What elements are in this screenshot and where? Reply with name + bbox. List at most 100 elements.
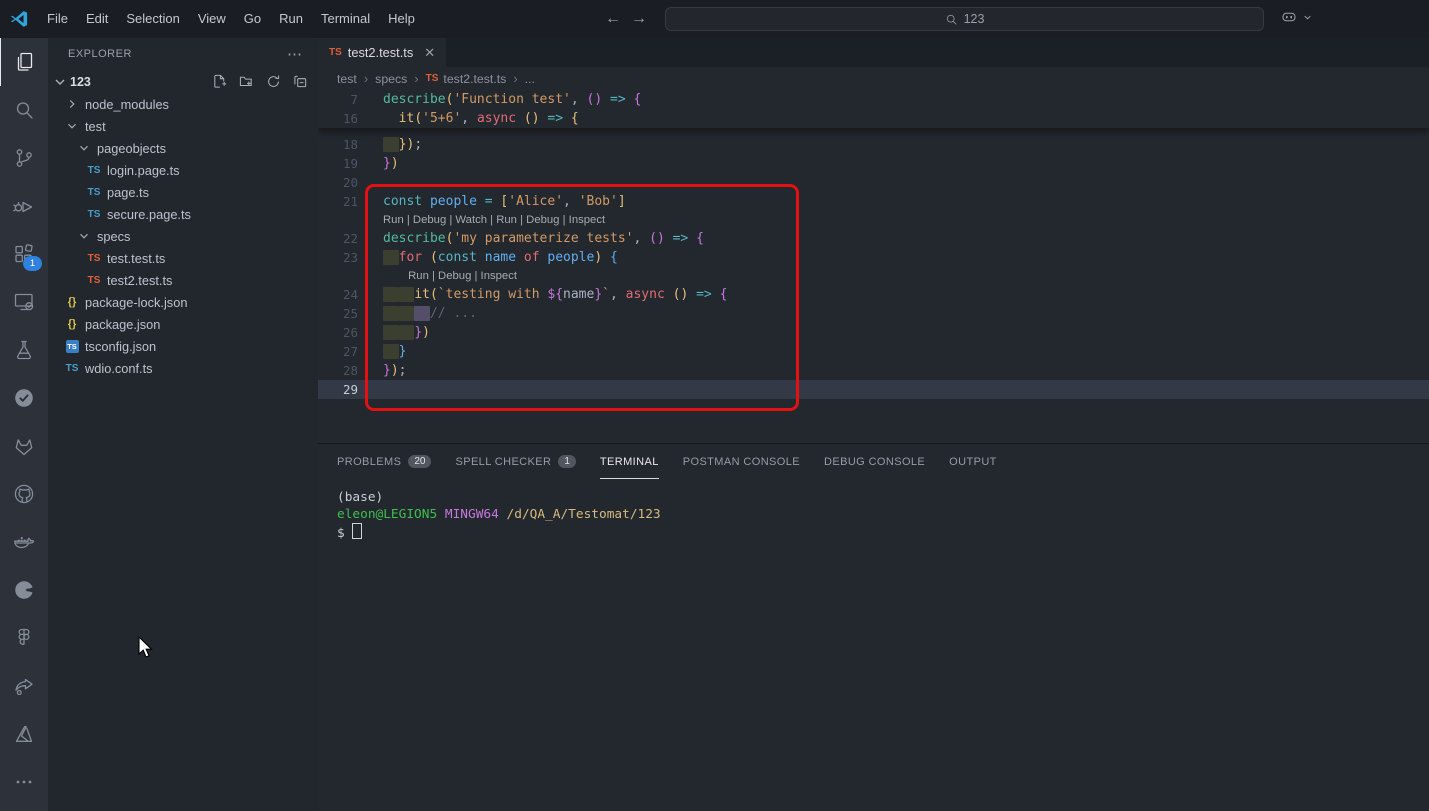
ts-file-icon: TS: [426, 73, 439, 84]
activity-circle-notch-icon[interactable]: [0, 566, 48, 614]
code-line-28: 28});: [318, 361, 1429, 380]
tree-item-pageobjects[interactable]: pageobjects: [48, 137, 318, 159]
tree-item-secure-page-ts[interactable]: TSsecure.page.ts: [48, 203, 318, 225]
code-text: }): [358, 154, 399, 173]
activity-run-and-debug-icon[interactable]: [0, 182, 48, 230]
activity-azure-icon[interactable]: [0, 710, 48, 758]
terminal-line: eleon@LEGION5 MINGW64 /d/QA_A/Testomat/1…: [337, 506, 1429, 523]
terminal-line: $: [337, 523, 1429, 542]
activity-figma-icon[interactable]: [0, 614, 48, 662]
chevron-down-icon: [76, 228, 92, 244]
tree-item-tsconfig-json[interactable]: TStsconfig.json: [48, 335, 318, 357]
activity-remote-explorer-icon[interactable]: [0, 278, 48, 326]
back-arrow-icon[interactable]: ←: [605, 10, 621, 28]
code-line-27: 27 }: [318, 342, 1429, 361]
explorer-more-icon[interactable]: ⋯: [287, 45, 304, 63]
bottom-panel: PROBLEMS20 SPELL CHECKER1 TERMINAL POSTMAN …: [318, 443, 1429, 811]
line-number: 28: [318, 361, 358, 380]
breadcrumb-item[interactable]: TStest2.test.ts: [426, 72, 507, 86]
activity-docker-icon[interactable]: [0, 518, 48, 566]
activity-gitlab-icon[interactable]: [0, 422, 48, 470]
line-number: 29: [318, 380, 358, 399]
panel-tab-output[interactable]: OUTPUT: [949, 444, 997, 479]
new-file-icon[interactable]: [212, 74, 227, 89]
chevron-down-icon: [52, 74, 68, 90]
tree-item-page-ts[interactable]: TSpage.ts: [48, 181, 318, 203]
code-text: const people = ['Alice', 'Bob']: [358, 192, 626, 211]
line-number: 20: [318, 173, 358, 192]
terminal-output[interactable]: (base)eleon@LEGION5 MINGW64 /d/QA_A/Test…: [318, 479, 1429, 542]
menu-terminal[interactable]: Terminal: [312, 0, 379, 38]
menu-go[interactable]: Go: [235, 0, 270, 38]
codelens-actions[interactable]: Run | Debug | Watch | Run | Debug | Insp…: [318, 211, 1429, 229]
line-number: 21: [318, 192, 358, 211]
activity-more-icon[interactable]: [0, 758, 48, 806]
tree-item-test[interactable]: test: [48, 115, 318, 137]
activity-explorer-icon[interactable]: [0, 38, 49, 86]
codelens-actions[interactable]: Run | Debug | Inspect: [318, 267, 1429, 285]
activity-extensions-icon[interactable]: 1: [0, 230, 48, 278]
tree-item-wdio-conf-ts[interactable]: TSwdio.conf.ts: [48, 357, 318, 379]
menu-view[interactable]: View: [189, 0, 235, 38]
breadcrumb-item[interactable]: test: [337, 72, 357, 86]
activity-source-control-icon[interactable]: [0, 134, 48, 182]
command-center-search[interactable]: 123: [665, 7, 1264, 31]
tree-item-label: test.test.ts: [107, 251, 165, 266]
ts-file-icon: TS: [86, 272, 102, 288]
ts-file-icon: TS: [64, 360, 80, 376]
menu-edit[interactable]: Edit: [77, 0, 117, 38]
chevron-down-icon: [76, 140, 92, 156]
tree-item-test2-test-ts[interactable]: TStest2.test.ts: [48, 269, 318, 291]
activity-github-icon[interactable]: [0, 470, 48, 518]
close-tab-icon[interactable]: ✕: [424, 45, 435, 61]
breadcrumb-item[interactable]: ...: [525, 72, 535, 86]
activity-bar: 1: [0, 38, 48, 811]
panel-tab-spell-checker[interactable]: SPELL CHECKER1: [455, 444, 575, 479]
editor-group: TS test2.test.ts ✕ test › specs › TStest2.te…: [318, 38, 1429, 811]
activity-share-arrow-icon[interactable]: [0, 662, 48, 710]
tree-item-package-json[interactable]: {}package.json: [48, 313, 318, 335]
tree-item-node-modules[interactable]: node_modules: [48, 93, 318, 115]
collapse-all-icon[interactable]: [293, 74, 308, 89]
refresh-icon[interactable]: [266, 74, 281, 89]
activity-testing-flask-icon[interactable]: [0, 326, 48, 374]
menu-help[interactable]: Help: [379, 0, 424, 38]
code-text: describe('Function test', () => {: [358, 90, 641, 109]
line-number: 22: [318, 229, 358, 248]
panel-tab-terminal[interactable]: TERMINAL: [600, 444, 659, 479]
chevron-down-icon: [64, 118, 80, 134]
copilot-menu[interactable]: [1280, 8, 1313, 26]
code-text: for (const name of people) {: [358, 248, 618, 267]
breadcrumb-separator: ›: [364, 71, 368, 86]
tree-item-test-test-ts[interactable]: TS test.test.ts: [48, 247, 318, 269]
tree-item-specs[interactable]: specs: [48, 225, 318, 247]
activity-search-icon[interactable]: [0, 86, 48, 134]
code-line-29: 29: [318, 380, 1429, 399]
explorer-sidebar: EXPLORER ⋯ 123 node_modulestest pageobjec…: [48, 38, 318, 811]
tree-item-package-lock-json[interactable]: {} package-lock.json: [48, 291, 318, 313]
breadcrumb-separator: ›: [513, 71, 517, 86]
panel-tab-postman-console[interactable]: POSTMAN CONSOLE: [683, 444, 800, 479]
new-folder-icon[interactable]: [239, 74, 254, 89]
project-root-folder[interactable]: 123: [48, 70, 318, 93]
code-editor[interactable]: 7describe('Function test', () => {16 it(…: [318, 90, 1429, 443]
panel-tab-label: PROBLEMS: [337, 456, 401, 468]
ts-file-icon: TS: [86, 250, 102, 266]
copilot-icon: [1280, 8, 1298, 26]
panel-tab-debug-console[interactable]: DEBUG CONSOLE: [824, 444, 925, 479]
code-text: describe('my parameterize tests', () => …: [358, 229, 704, 248]
menu-run[interactable]: Run: [270, 0, 312, 38]
tree-item-label: pageobjects: [97, 141, 166, 156]
tree-item-label: package-lock.json: [85, 295, 187, 310]
menu-selection[interactable]: Selection: [117, 0, 188, 38]
forward-arrow-icon[interactable]: →: [631, 10, 647, 28]
json-file-icon: {}: [64, 294, 80, 310]
panel-tab-problems[interactable]: PROBLEMS20: [337, 444, 431, 479]
activity-check-circle-icon[interactable]: [0, 374, 48, 422]
tab-test2-test-ts[interactable]: TS test2.test.ts ✕: [318, 38, 446, 67]
breadcrumb-item[interactable]: specs: [375, 72, 407, 86]
explorer-title: EXPLORER: [68, 48, 132, 60]
tree-item-login-page-ts[interactable]: TSlogin.page.ts: [48, 159, 318, 181]
code-text: }): [358, 323, 430, 342]
menu-file[interactable]: File: [38, 0, 77, 38]
